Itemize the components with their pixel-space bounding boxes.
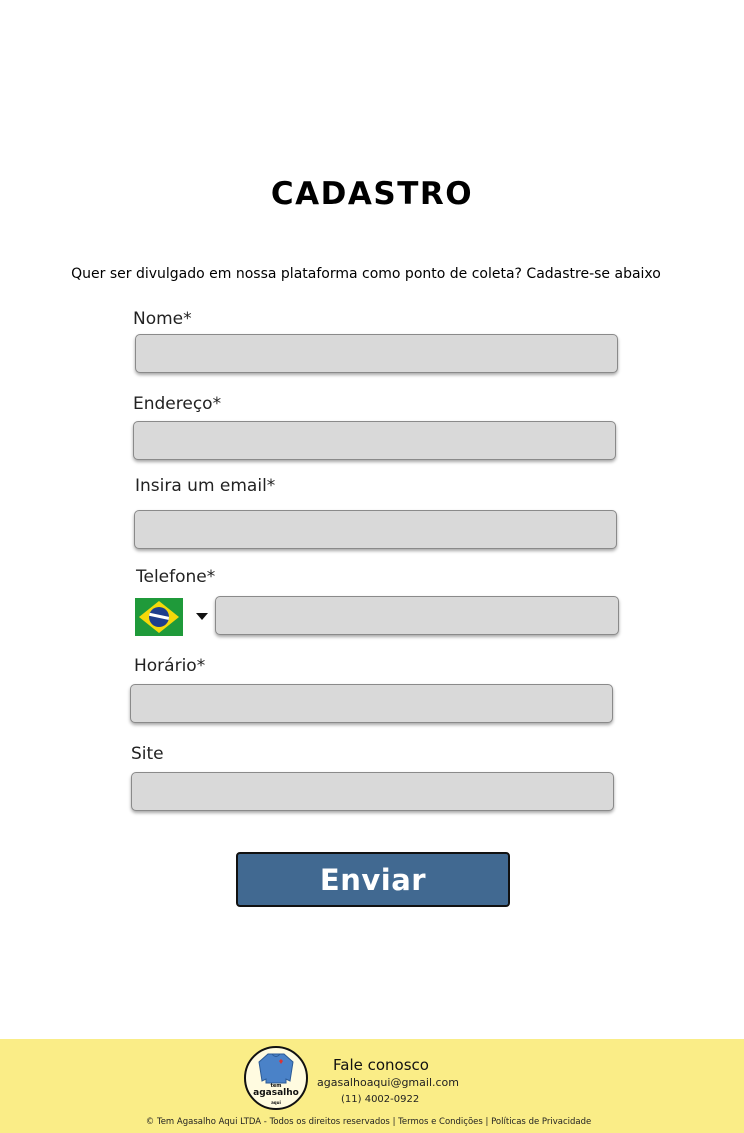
horario-field[interactable] [130,684,613,723]
contact-phone: (11) 4002-0922 [341,1094,420,1105]
brand-logo: tem agasalho aqui [244,1046,308,1110]
site-input[interactable] [132,773,613,810]
chevron-down-icon[interactable] [196,613,208,620]
logo-text-agasalho: agasalho [253,1088,299,1098]
page-title: CADASTRO [270,176,474,212]
sweater-icon [258,1053,294,1084]
telefone-input[interactable] [216,597,618,634]
telefone-label: Telefone* [136,567,216,587]
endereco-field[interactable] [133,421,616,460]
contact-title: Fale conosco [333,1056,429,1074]
logo-text-aqui: aqui [271,1100,281,1105]
nome-label: Nome* [133,309,192,329]
submit-button[interactable]: Enviar [236,852,510,907]
brazil-flag-icon[interactable] [135,598,183,636]
site-field[interactable] [131,772,614,811]
endereco-label: Endereço* [133,394,222,414]
copyright-text: © Tem Agasalho Aqui LTDA - Todos os dire… [145,1117,390,1127]
terms-link[interactable]: Termos e Condições [398,1117,483,1127]
site-label: Site [131,744,164,764]
endereco-input[interactable] [134,422,615,459]
horario-label: Horário* [134,656,206,676]
email-field[interactable] [134,510,617,549]
privacy-link[interactable]: Políticas de Privacidade [491,1117,591,1127]
footer: tem agasalho aqui Fale conosco agasalhoa… [0,1039,744,1133]
horario-input[interactable] [131,685,612,722]
email-input[interactable] [135,511,616,548]
page-subtitle: Quer ser divulgado em nossa plataforma c… [71,266,661,282]
nome-field[interactable] [135,334,618,373]
contact-email[interactable]: agasalhoaqui@gmail.com [317,1076,459,1089]
email-label: Insira um email* [135,476,276,496]
legal-line: © Tem Agasalho Aqui LTDA - Todos os dire… [145,1117,592,1127]
telefone-field[interactable] [215,596,619,635]
nome-input[interactable] [136,335,617,372]
